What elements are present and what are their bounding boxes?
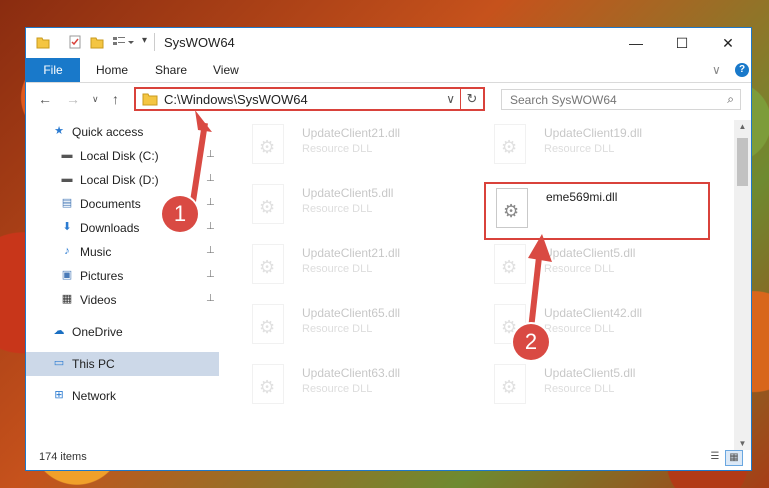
arrow-2-head	[528, 234, 552, 262]
callout-1: 1	[162, 196, 198, 232]
arrow-1	[189, 122, 208, 209]
annotation-arrows	[189, 110, 552, 339]
callout-2: 2	[513, 324, 549, 360]
arrow-1-head	[195, 110, 212, 132]
